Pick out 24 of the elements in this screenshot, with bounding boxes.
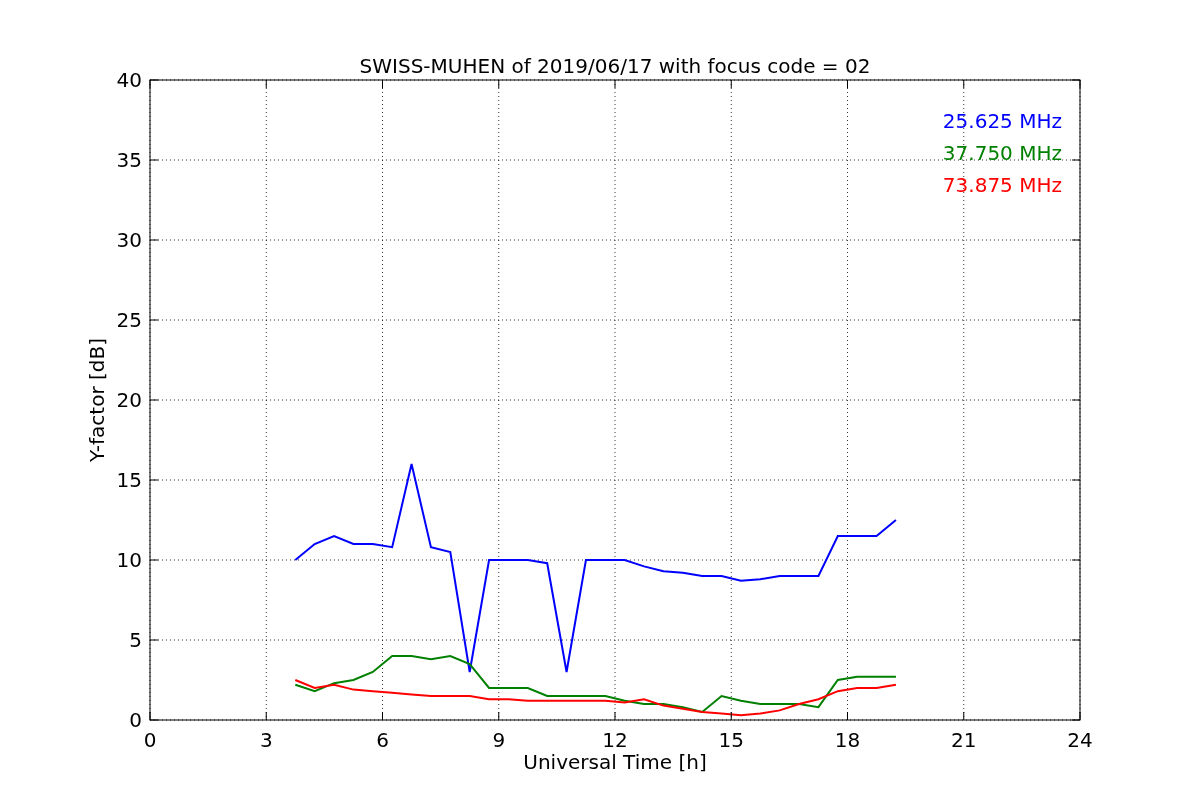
chart-title: SWISS-MUHEN of 2019/06/17 with focus code = 02 bbox=[359, 54, 871, 78]
legend-label: 37.750 MHz bbox=[942, 141, 1062, 165]
x-tick-label: 9 bbox=[492, 728, 506, 752]
x-axis-label: Universal Time [h] bbox=[523, 750, 707, 774]
x-tick-label: 18 bbox=[834, 728, 861, 752]
y-tick-label: 10 bbox=[116, 548, 142, 572]
y-tick-label: 15 bbox=[116, 468, 142, 492]
x-tick-label: 0 bbox=[143, 728, 157, 752]
x-tick-label: 3 bbox=[259, 728, 273, 752]
y-tick-label: 35 bbox=[116, 148, 142, 172]
legend-label: 73.875 MHz bbox=[942, 173, 1062, 197]
x-tick-label: 12 bbox=[602, 728, 628, 752]
x-tick-label: 21 bbox=[951, 728, 977, 752]
x-tick-label: 24 bbox=[1067, 728, 1093, 752]
y-tick-label: 0 bbox=[129, 708, 142, 732]
y-tick-label: 5 bbox=[129, 628, 142, 652]
x-tick-label: 6 bbox=[376, 728, 389, 752]
x-tick-label: 15 bbox=[718, 728, 744, 752]
y-axis-label: Y-factor [dB] bbox=[85, 338, 109, 462]
y-tick-label: 30 bbox=[116, 228, 142, 252]
legend-label: 25.625 MHz bbox=[942, 109, 1062, 133]
y-tick-label: 25 bbox=[116, 308, 142, 332]
y-tick-label: 40 bbox=[116, 68, 142, 92]
y-tick-label: 20 bbox=[116, 388, 142, 412]
